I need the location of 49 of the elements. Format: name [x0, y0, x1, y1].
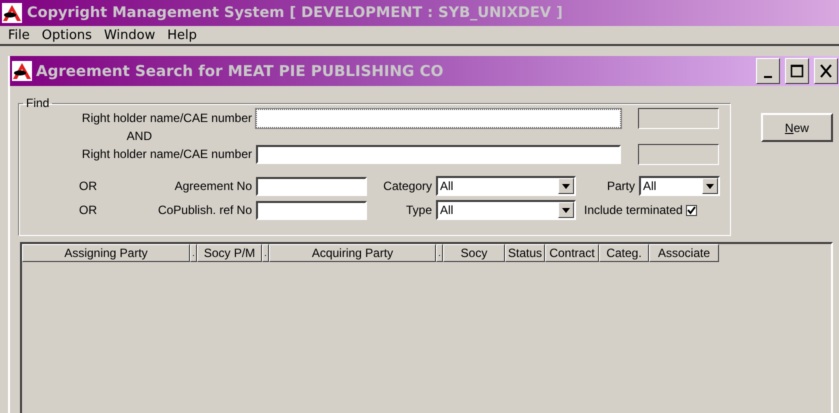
input-field[interactable]	[256, 108, 621, 128]
window-title: Copyright Management System [ DEVELOPMENT : SYB_UNIXDEV ]	[27, 5, 563, 21]
maximize-icon	[790, 64, 804, 78]
caret-icon	[562, 208, 570, 212]
maximize-button[interactable]	[785, 58, 809, 84]
field-label: AND	[126, 129, 153, 143]
field-label: CoPublish. ref No	[156, 203, 253, 217]
dropdown[interactable]: All	[639, 176, 720, 196]
field-label: OR	[78, 179, 98, 193]
input-field[interactable]	[256, 200, 367, 220]
menu-item[interactable]: Help	[161, 28, 203, 42]
close-icon	[819, 64, 833, 78]
column-header[interactable]: Associate	[649, 244, 719, 262]
field-label: Party	[606, 179, 636, 193]
input-field[interactable]	[256, 144, 621, 164]
field-label: OR	[78, 203, 98, 217]
checkbox[interactable]	[686, 204, 697, 216]
column-header[interactable]: .	[262, 244, 269, 262]
logo-icon	[12, 61, 32, 81]
menu-item[interactable]: Options	[36, 28, 98, 42]
field-label: Type	[404, 203, 433, 217]
menu-item[interactable]: Window	[98, 28, 162, 42]
column-header[interactable]: Categ.	[599, 244, 649, 262]
minimize-icon	[764, 76, 772, 78]
input-field[interactable]	[256, 176, 367, 196]
column-header[interactable]: Assigning Party	[22, 244, 190, 262]
group-label: Find	[25, 96, 50, 110]
minimize-button[interactable]	[756, 58, 780, 84]
menu-item[interactable]: File	[2, 28, 36, 42]
column-header[interactable]: Status	[505, 244, 545, 262]
field-label: Right holder name/CAE number	[80, 147, 253, 161]
logo-icon	[2, 3, 22, 23]
column-header[interactable]: .	[190, 244, 197, 262]
field-label: Category	[382, 179, 433, 193]
window-title: Agreement Search for MEAT PIE PUBLISHING CO	[36, 62, 444, 80]
caret-icon	[562, 184, 570, 188]
dropdown[interactable]: All	[436, 200, 576, 220]
column-header[interactable]: Contract	[545, 244, 599, 262]
field-label: Agreement No	[174, 179, 253, 193]
field-label: Right holder name/CAE number	[80, 111, 253, 125]
column-header[interactable]: Socy P/M	[197, 244, 262, 262]
column-header[interactable]: .	[436, 244, 443, 262]
column-header[interactable]: Socy	[443, 244, 505, 262]
caret-icon	[706, 184, 714, 188]
checkbox-label: Include terminated	[583, 203, 683, 217]
close-button[interactable]	[814, 58, 838, 84]
new-button[interactable]: New	[760, 113, 833, 142]
column-header[interactable]: Acquiring Party	[269, 244, 436, 262]
dropdown[interactable]: All	[436, 176, 576, 196]
